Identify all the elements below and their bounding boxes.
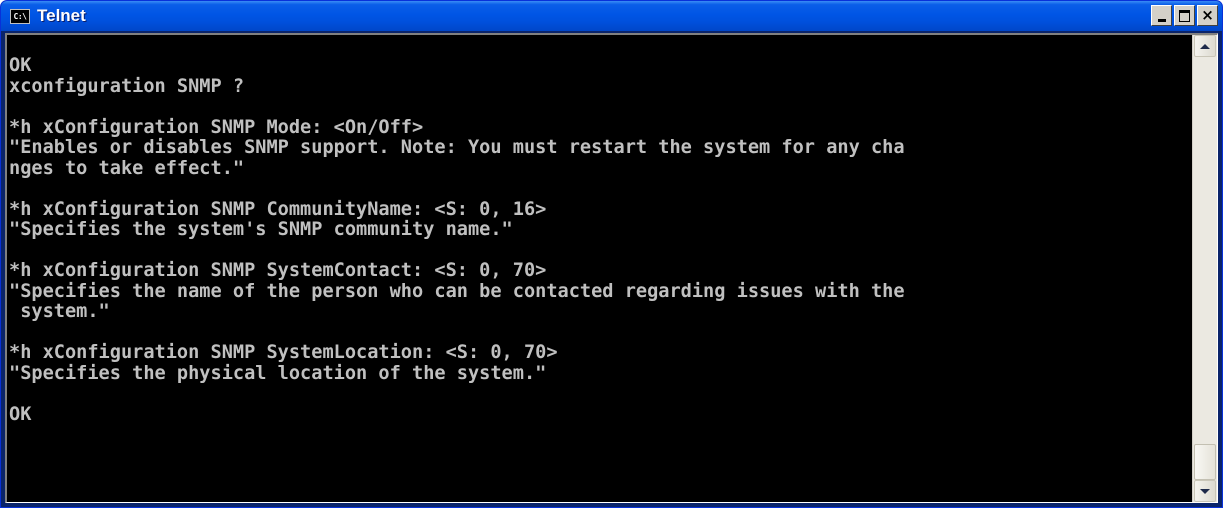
close-button[interactable]: × [1197,5,1218,26]
title-bar[interactable]: C:\ Telnet × [1,1,1222,31]
telnet-window: C:\ Telnet × OK xconfiguration SNMP ? *h… [0,0,1223,508]
console-line: OK [9,55,32,76]
console-text: OK xconfiguration SNMP ? *h xConfigurati… [7,35,1191,425]
console-line: *h xConfiguration SNMP SystemContact: <S… [9,260,547,281]
console-line: *h xConfiguration SNMP CommunityName: <S… [9,198,547,220]
console-line: *h xConfiguration SNMP SystemLocation: <… [9,342,558,363]
console-output[interactable]: OK xconfiguration SNMP ? *h xConfigurati… [7,35,1191,502]
window-controls: × [1151,5,1218,26]
console-line: "Specifies the system's SNMP community n… [9,219,513,240]
scrollbar-thumb[interactable] [1194,444,1216,480]
console-line: OK [9,403,32,425]
console-line: "Specifies the name of the person who ca… [9,280,905,302]
vertical-scrollbar[interactable] [1192,35,1217,502]
close-icon: × [1201,6,1214,24]
console-line: "Specifies the physical location of the … [9,362,547,384]
arrow-down-icon [1200,488,1210,494]
console-line: "Enables or disables SNMP support. Note:… [9,137,905,158]
maximize-button[interactable] [1174,5,1195,26]
console-line: system." [9,301,110,322]
console-app-icon[interactable]: C:\ [10,8,30,24]
maximize-icon [1179,9,1190,22]
console-line: *h xConfiguration SNMP Mode: <On/Off> [9,116,424,138]
minimize-icon [1157,18,1166,22]
console-line: nges to take effect." [9,157,245,179]
arrow-up-icon [1200,43,1210,49]
minimize-button[interactable] [1151,5,1172,26]
window-title: Telnet [37,6,86,25]
console-line: xconfiguration SNMP ? [9,75,245,97]
scroll-down-button[interactable] [1194,480,1216,502]
console-frame: OK xconfiguration SNMP ? *h xConfigurati… [5,33,1218,503]
scroll-up-button[interactable] [1194,35,1216,57]
